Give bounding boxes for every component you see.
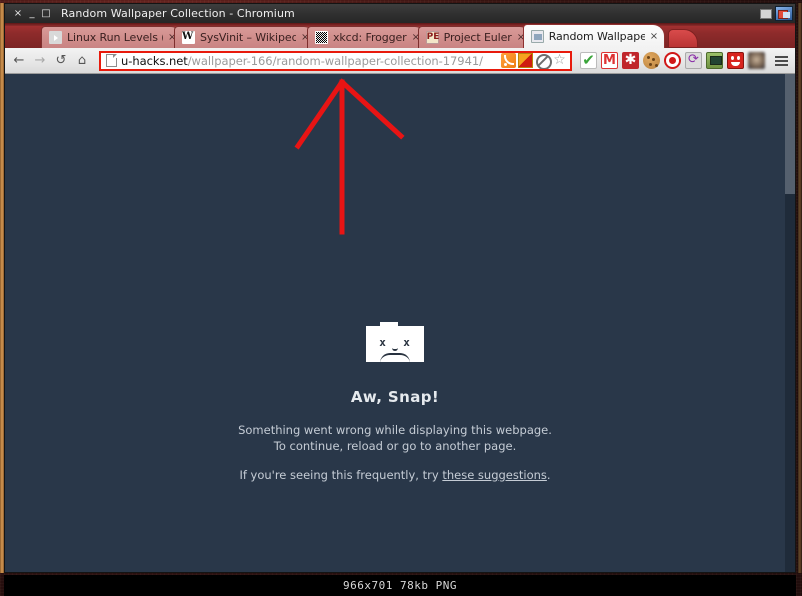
cookie-icon[interactable] [643,52,660,69]
tab-close-icon[interactable]: × [650,31,659,42]
youtube-icon [49,31,62,44]
status-bar: 966x701 78kb PNG [4,575,796,596]
error-line-3-suffix: . [546,468,551,482]
sad-folder-icon: x x [366,322,424,362]
error-line-3-prefix: If you're seeing this frequently, try [239,468,443,482]
tab-label: Project Euler [443,31,512,44]
tab-label: Linux Run Levels (Pa [67,31,163,44]
refresh-icon[interactable]: ⟳ [685,52,702,69]
titlebar-minimize-indicator[interactable] [760,8,772,19]
titlebar-restore-indicator[interactable] [775,6,793,21]
tab-label: SysVinit – Wikipedia [200,31,296,44]
tab-sysvinit-wikipedia[interactable]: W SysVinit – Wikipedia × [174,26,316,48]
stop-icon[interactable] [664,52,681,69]
tab-label: Random Wallpaper C [548,30,645,43]
folder-frown [380,353,410,363]
folder-nose [392,346,398,351]
tab-project-euler[interactable]: PE Project Euler × [417,26,532,48]
status-text: 966x701 78kb PNG [343,579,457,592]
bookmark-star-icon[interactable]: ☆ [552,53,567,68]
url-text: u-hacks.net/wallpaper-166/random-wallpap… [121,54,499,68]
forward-icon[interactable]: → [30,50,50,72]
window-title: Random Wallpaper Collection - Chromium [61,7,295,20]
folder-eye-right: x [403,336,410,349]
tab-linux-run-levels[interactable]: Linux Run Levels (Pa × [41,26,183,48]
error-line-2: To continue, reload or go to another pag… [273,439,517,453]
rss-icon[interactable] [501,53,516,68]
chromium-window: × _ □ Random Wallpaper Collection - Chro… [4,3,796,573]
scrollbar-thumb[interactable] [785,74,795,194]
page-info-icon[interactable] [106,54,117,67]
tab-label: xkcd: Frogger [333,31,407,44]
new-tab-button[interactable] [667,29,698,48]
avatar-icon[interactable] [748,52,765,69]
wikipedia-icon: W [182,31,195,44]
window-indicator-group [760,4,793,23]
smiley-face-icon[interactable] [727,52,744,69]
tab-random-wallpaper-collection[interactable]: Random Wallpaper C × [522,24,665,48]
back-icon[interactable]: ← [9,50,29,72]
checkmark-icon[interactable]: ✔ [580,52,597,69]
these-suggestions-link[interactable]: these suggestions [442,468,547,482]
xkcd-icon [315,31,328,44]
home-icon[interactable]: ⌂ [72,50,92,72]
chrome-menu-button[interactable] [771,51,791,71]
error-suggestion-line: If you're seeing this frequently, try th… [5,467,785,483]
folder-body: x x [366,326,424,362]
page-viewport: x x Aw, Snap! Something went wrong while… [5,74,795,572]
url-path: /wallpaper-166/random-wallpaper-collecti… [187,53,483,68]
gmail-icon[interactable]: M [601,52,618,69]
monitor-icon[interactable] [706,52,723,69]
flag-icon[interactable] [518,53,533,68]
error-description: Something went wrong while displaying th… [5,422,785,454]
window-titlebar: × _ □ Random Wallpaper Collection - Chro… [5,4,795,23]
project-euler-icon: PE [425,31,440,44]
reload-icon[interactable]: ↺ [51,50,71,72]
blocked-script-icon[interactable] [535,53,552,69]
window-close-button[interactable]: × [11,7,25,21]
window-minimize-button[interactable]: _ [25,7,39,21]
window-frame-right [798,3,802,573]
window-maximize-button[interactable]: □ [39,7,53,21]
tab-xkcd-frogger[interactable]: xkcd: Frogger × [307,26,427,48]
address-bar[interactable]: u-hacks.net/wallpaper-166/random-wallpap… [99,50,572,71]
url-host: u-hacks.net [121,53,188,68]
vertical-scrollbar[interactable] [785,74,795,572]
error-title: Aw, Snap! [350,388,440,406]
page-icon [530,30,544,43]
folder-eye-left: x [379,336,386,349]
asterisk-icon[interactable]: ✱ [622,52,639,69]
browser-toolbar: ← → ↺ ⌂ u-hacks.net/wallpaper-166/random… [5,48,795,74]
tab-strip: Linux Run Levels (Pa × W SysVinit – Wiki… [5,23,795,48]
error-page-content: x x Aw, Snap! Something went wrong while… [5,322,785,483]
error-line-1: Something went wrong while displaying th… [238,423,552,437]
